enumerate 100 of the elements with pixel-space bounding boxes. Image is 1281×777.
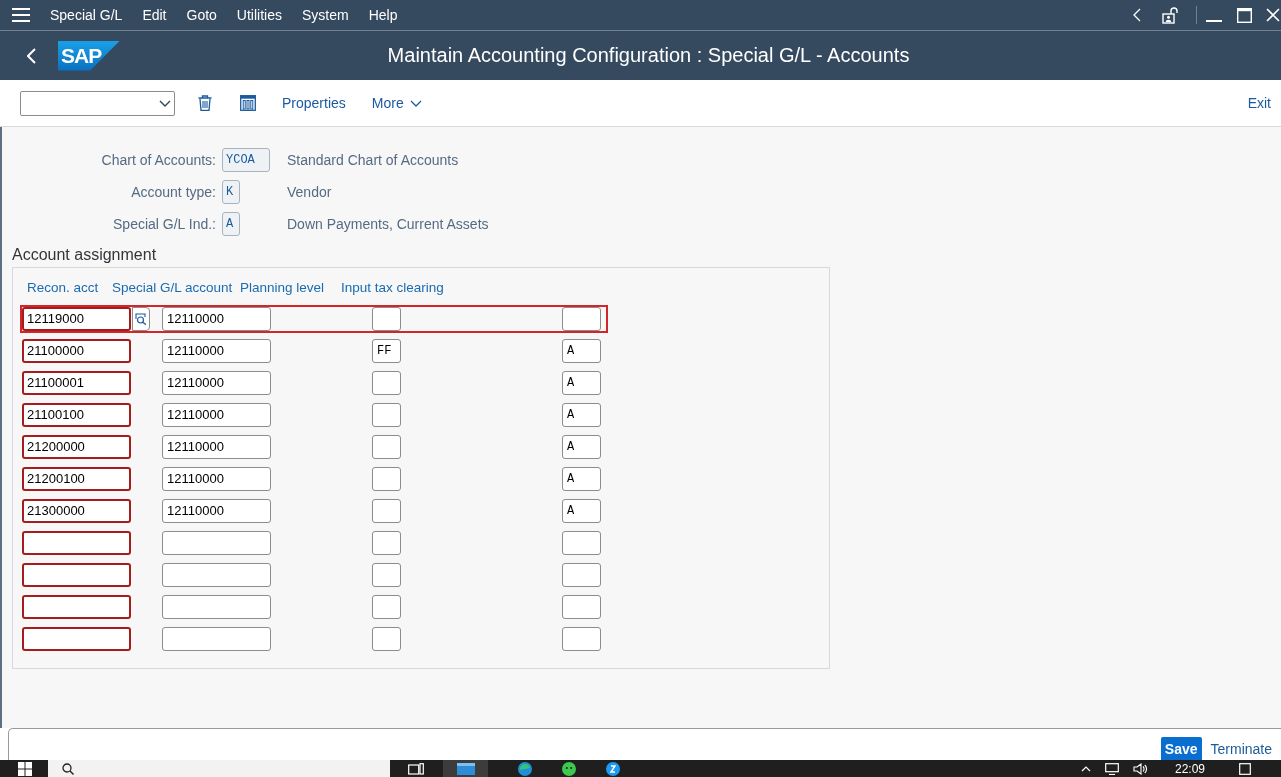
input-field[interactable] [562,563,601,587]
clock-time[interactable]: 22:09 [1174,761,1205,776]
logo: SAP [58,40,120,71]
input-field[interactable]: 12110000 [162,371,271,395]
input-field[interactable]: 12110000 [162,339,271,363]
trash-icon [198,95,212,111]
input-field[interactable] [372,403,401,427]
properties-button[interactable]: Properties [282,95,346,111]
input-field[interactable]: 21100001 [22,371,131,395]
task-view-icon[interactable] [408,762,424,775]
back-icon[interactable] [27,47,36,64]
input-field[interactable] [22,563,131,587]
maximize-icon[interactable] [1237,7,1252,23]
input-field[interactable]: 12110000 [162,403,271,427]
input-field[interactable]: FF [372,339,401,363]
command-field[interactable] [20,90,175,116]
input-field[interactable]: 12110000 [162,435,271,459]
app-icon[interactable] [606,761,620,776]
input-field[interactable] [162,531,271,555]
menu-item[interactable]: Edit [142,7,167,23]
input-field[interactable]: 12110000 [162,499,271,523]
input-field[interactable] [162,627,271,651]
input-field[interactable]: 21100100 [22,403,131,427]
field-label: Special G/L Ind.: [113,216,216,232]
input-field[interactable] [372,307,401,331]
menu-item[interactable]: Special G/L [50,7,123,23]
input-field[interactable]: 12110000 [162,467,271,491]
input-field[interactable]: A [562,403,601,427]
display-field: A [222,212,240,236]
window-title: Maintain Accounting Configuration : Special G/L - Accounts [386,44,910,67]
input-field[interactable]: 21200000 [22,435,131,459]
input-field[interactable] [162,595,271,619]
input-field[interactable] [562,595,601,619]
columns-icon [240,95,256,111]
back-icon[interactable] [1133,8,1141,22]
input-field[interactable] [372,499,401,523]
menu-item[interactable]: Utilities [236,7,282,23]
notification-icon[interactable] [1239,762,1251,775]
input-field[interactable] [22,627,131,651]
display-field: K [222,180,240,204]
input-field[interactable]: A [562,339,601,363]
unlocked-padlock-icon[interactable] [1162,6,1179,24]
input-field[interactable]: A [562,467,601,491]
columns-button[interactable] [240,95,256,111]
section-title: Account assignment [12,245,157,265]
input-field[interactable]: A [562,371,601,395]
monitor-icon[interactable] [1104,762,1119,775]
exit-button[interactable]: Exit [1247,95,1271,111]
menu-icon[interactable] [12,8,30,22]
column-header[interactable]: Planning level [240,279,325,297]
field-description: Standard Chart of Accounts [287,152,459,168]
input-field[interactable]: A [562,499,601,523]
chevron-up-icon[interactable] [1080,765,1091,772]
windows-logo-icon[interactable] [18,761,32,776]
speaker-icon[interactable] [1132,762,1147,775]
input-field[interactable] [22,595,131,619]
column-header[interactable]: Special G/L account [112,279,233,297]
app-icon[interactable] [518,761,532,776]
search-icon [62,762,74,775]
chevron-down-icon [409,99,422,107]
input-field[interactable]: 21200100 [22,467,131,491]
input-field[interactable] [22,531,131,555]
menu-item[interactable]: Goto [186,7,217,23]
save-button[interactable]: Save [1160,737,1202,760]
input-field[interactable]: A [562,435,601,459]
input-field[interactable] [562,531,601,555]
display-field: YCOA [222,148,270,172]
app-icon[interactable] [562,761,576,776]
field-label: Chart of Accounts: [101,152,216,168]
input-field[interactable] [562,307,601,331]
input-field[interactable] [162,563,271,587]
search-icon [135,313,147,325]
input-field[interactable] [372,627,401,651]
taskbar-search-field[interactable] [48,760,390,777]
input-field[interactable] [372,531,401,555]
input-field[interactable] [372,467,401,491]
column-header[interactable]: Recon. acct [27,279,99,297]
field-description: Down Payments, Current Assets [287,216,489,232]
column-header[interactable]: Input tax clearing [341,279,444,297]
window-app-icon [456,762,475,775]
close-icon[interactable] [1266,8,1280,22]
input-field[interactable]: 21100000 [22,339,131,363]
input-field[interactable] [372,563,401,587]
more-menu-button[interactable]: More [371,95,422,111]
field-label: Account type: [131,184,216,200]
delete-button[interactable] [198,95,212,111]
input-field[interactable]: 12119000 [22,307,131,331]
input-field[interactable]: 12110000 [162,307,271,331]
field-description: Vendor [287,184,332,200]
input-field[interactable] [562,627,601,651]
input-field[interactable] [372,371,401,395]
terminate-button[interactable]: Terminate [1210,737,1272,760]
input-field[interactable]: 21300000 [22,499,131,523]
menu-item[interactable]: System [302,7,349,23]
value-help-button[interactable] [132,307,150,331]
menu-item[interactable]: Help [368,7,398,23]
taskbar-button[interactable] [443,760,488,777]
chevron-down-icon [159,99,171,107]
input-field[interactable] [372,595,401,619]
input-field[interactable] [372,435,401,459]
